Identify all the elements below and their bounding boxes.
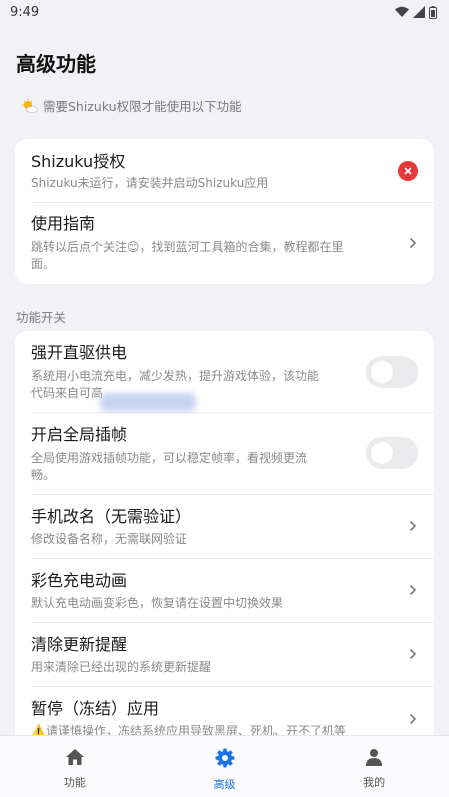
- shizuku-auth-subtitle: Shizuku未运行，请安装并启动Shizuku应用: [31, 176, 269, 190]
- signal-icon: [413, 6, 425, 18]
- bottom-nav: 功能 高级 我的: [0, 735, 449, 797]
- guide-chevron: [408, 238, 418, 248]
- feature-title: 彩色充电动画: [31, 571, 128, 590]
- screen: 9:49 高级功能 需要Shizuku权限才能使用以下功能 Shizuku授权 …: [0, 0, 449, 797]
- chevron-right-icon: [410, 649, 416, 659]
- nav-item-features[interactable]: 功能: [0, 736, 150, 797]
- rename-chevron: [408, 521, 418, 531]
- shizuku-auth-row[interactable]: Shizuku授权 Shizuku未运行，请安装并启动Shizuku应用: [15, 139, 434, 202]
- notice-text: 需要Shizuku权限才能使用以下功能: [43, 99, 242, 114]
- shizuku-status-control: [398, 160, 418, 181]
- color-charging-chevron: [408, 585, 418, 595]
- shizuku-card: Shizuku授权 Shizuku未运行，请安装并启动Shizuku应用 使用指…: [15, 139, 434, 284]
- feature-title: 清除更新提醒: [31, 635, 128, 654]
- sun-cloud-icon: [22, 98, 38, 113]
- toggle-knob: [371, 442, 393, 464]
- feature-subtitle: 全局使用游戏插帧功能，可以稳定帧率，看视频更流 畅。: [31, 450, 344, 484]
- section-label: 功能开关: [16, 310, 67, 325]
- status-icons: [395, 5, 437, 19]
- guide-subtitle-line-2: 面。: [31, 257, 56, 271]
- feature-row-frame-interp: 开启全局插帧 全局使用游戏插帧功能，可以稳定帧率，看视频更流 畅。: [15, 412, 434, 494]
- status-bar: 9:49: [0, 0, 449, 24]
- feature-title: 暂停（冻结）应用: [31, 699, 160, 718]
- error-badge: [398, 160, 418, 181]
- feature-row-clear-update[interactable]: 清除更新提醒 用来清除已经出现的系统更新提醒: [15, 622, 434, 686]
- shizuku-auth-title: Shizuku授权: [31, 152, 126, 171]
- guide-title: 使用指南: [31, 214, 96, 233]
- feature-subtitle-line-2: 畅。: [31, 468, 56, 482]
- feature-subtitle-line-1: 全局使用游戏插帧功能，可以稳定帧率，看视频更流: [31, 451, 308, 465]
- feature-subtitle: 用来清除已经出现的系统更新提醒: [31, 660, 212, 674]
- chevron-right-icon: [410, 585, 416, 595]
- close-icon: [404, 167, 412, 174]
- gear-icon: [215, 748, 234, 768]
- feature-title: 手机改名（无需验证）: [31, 507, 192, 526]
- nav-label: 功能: [63, 776, 86, 789]
- chevron-right-icon: [410, 238, 416, 248]
- direct-power-toggle[interactable]: [366, 355, 418, 388]
- blurred-region: [100, 393, 196, 411]
- feature-subtitle: 修改设备名称，无需联网验证: [31, 532, 188, 546]
- nav-label: 我的: [363, 776, 386, 789]
- feature-row-color-charging[interactable]: 彩色充电动画 默认充电动画变彩色，恢复请在设置中切换效果: [15, 558, 434, 622]
- battery-icon: [429, 5, 437, 19]
- toggle-track: [366, 437, 418, 469]
- status-time: 9:49: [10, 4, 40, 20]
- toggle-knob: [371, 360, 393, 383]
- features-card: 强开直驱供电 系统用小电流充电，减少发热，提升游戏体验，该功能 代码来自可高 开…: [15, 331, 434, 751]
- permission-notice: 需要Shizuku权限才能使用以下功能: [22, 96, 242, 115]
- chevron-right-icon: [410, 713, 416, 724]
- toggle-track: [366, 355, 418, 388]
- feature-subtitle: 默认充电动画变彩色，恢复请在设置中切换效果: [31, 596, 284, 610]
- nav-item-profile[interactable]: 我的: [299, 736, 449, 797]
- feature-row-rename[interactable]: 手机改名（无需验证） 修改设备名称，无需联网验证: [15, 494, 434, 558]
- feature-row-direct-power: 强开直驱供电 系统用小电流充电，减少发热，提升游戏体验，该功能 代码来自可高: [15, 331, 434, 412]
- nav-item-advanced[interactable]: 高级: [150, 736, 300, 797]
- guide-subtitle-line-1: 跳转以后点个关注😊，找到蓝河工具箱的合集，教程都在里: [31, 240, 344, 254]
- clear-update-chevron: [408, 649, 418, 659]
- page-title: 高级功能: [16, 52, 96, 76]
- feature-title: 强开直驱供电: [31, 343, 128, 362]
- person-icon: [366, 749, 383, 766]
- wifi-icon: [395, 6, 409, 17]
- guide-row[interactable]: 使用指南 跳转以后点个关注😊，找到蓝河工具箱的合集，教程都在里 面。: [15, 202, 434, 284]
- nav-label: 高级: [213, 778, 236, 791]
- home-icon: [65, 749, 84, 765]
- feature-subtitle-line-1: 系统用小电流充电，减少发热，提升游戏体验，该功能: [31, 369, 320, 383]
- feature-title: 开启全局插帧: [31, 425, 128, 444]
- chevron-right-icon: [410, 521, 416, 531]
- freeze-app-chevron: [408, 713, 418, 724]
- frame-interp-toggle[interactable]: [366, 437, 418, 469]
- guide-subtitle: 跳转以后点个关注😊，找到蓝河工具箱的合集，教程都在里 面。: [31, 239, 379, 273]
